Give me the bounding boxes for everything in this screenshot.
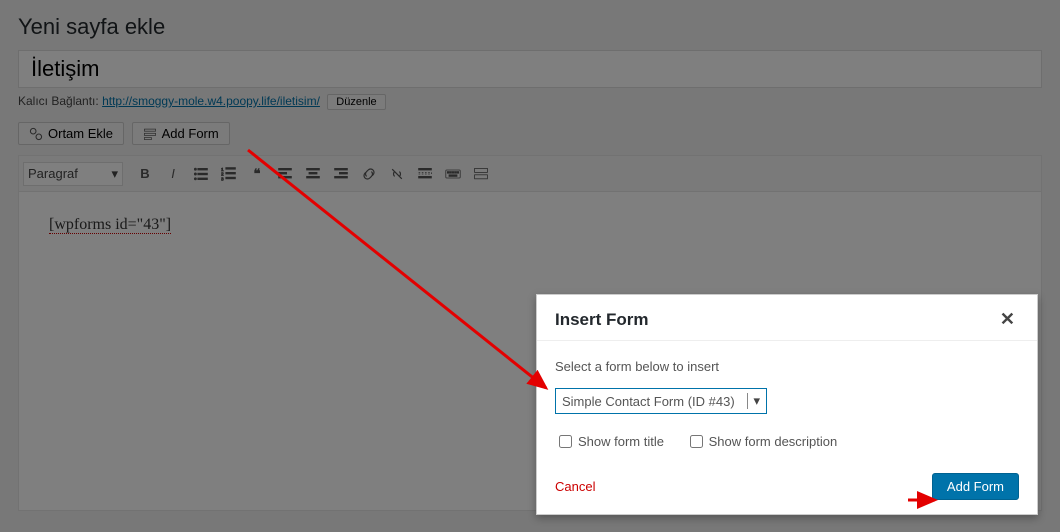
submit-add-form-button[interactable]: Add Form	[932, 473, 1019, 500]
show-desc-label: Show form description	[709, 434, 838, 449]
modal-header: Insert Form ✕	[537, 295, 1037, 341]
modal-footer: Cancel Add Form	[537, 461, 1037, 514]
modal-options: Show form title Show form description	[555, 432, 1019, 451]
show-desc-checkbox[interactable]	[690, 435, 703, 448]
show-title-label: Show form title	[578, 434, 664, 449]
form-select-value: Simple Contact Form (ID #43)	[562, 394, 735, 409]
close-icon: ✕	[1000, 309, 1015, 329]
show-title-checkbox-wrap[interactable]: Show form title	[555, 432, 664, 451]
caret-down-icon: ▾	[747, 393, 760, 409]
modal-instruction: Select a form below to insert	[555, 359, 1019, 374]
form-select-dropdown[interactable]: Simple Contact Form (ID #43) ▾	[555, 388, 767, 414]
modal-body: Select a form below to insert Simple Con…	[537, 341, 1037, 461]
cancel-button[interactable]: Cancel	[555, 479, 595, 494]
show-title-checkbox[interactable]	[559, 435, 572, 448]
modal-title: Insert Form	[555, 310, 649, 330]
show-desc-checkbox-wrap[interactable]: Show form description	[686, 432, 838, 451]
insert-form-modal: Insert Form ✕ Select a form below to ins…	[536, 294, 1038, 515]
modal-close-button[interactable]: ✕	[996, 309, 1019, 330]
